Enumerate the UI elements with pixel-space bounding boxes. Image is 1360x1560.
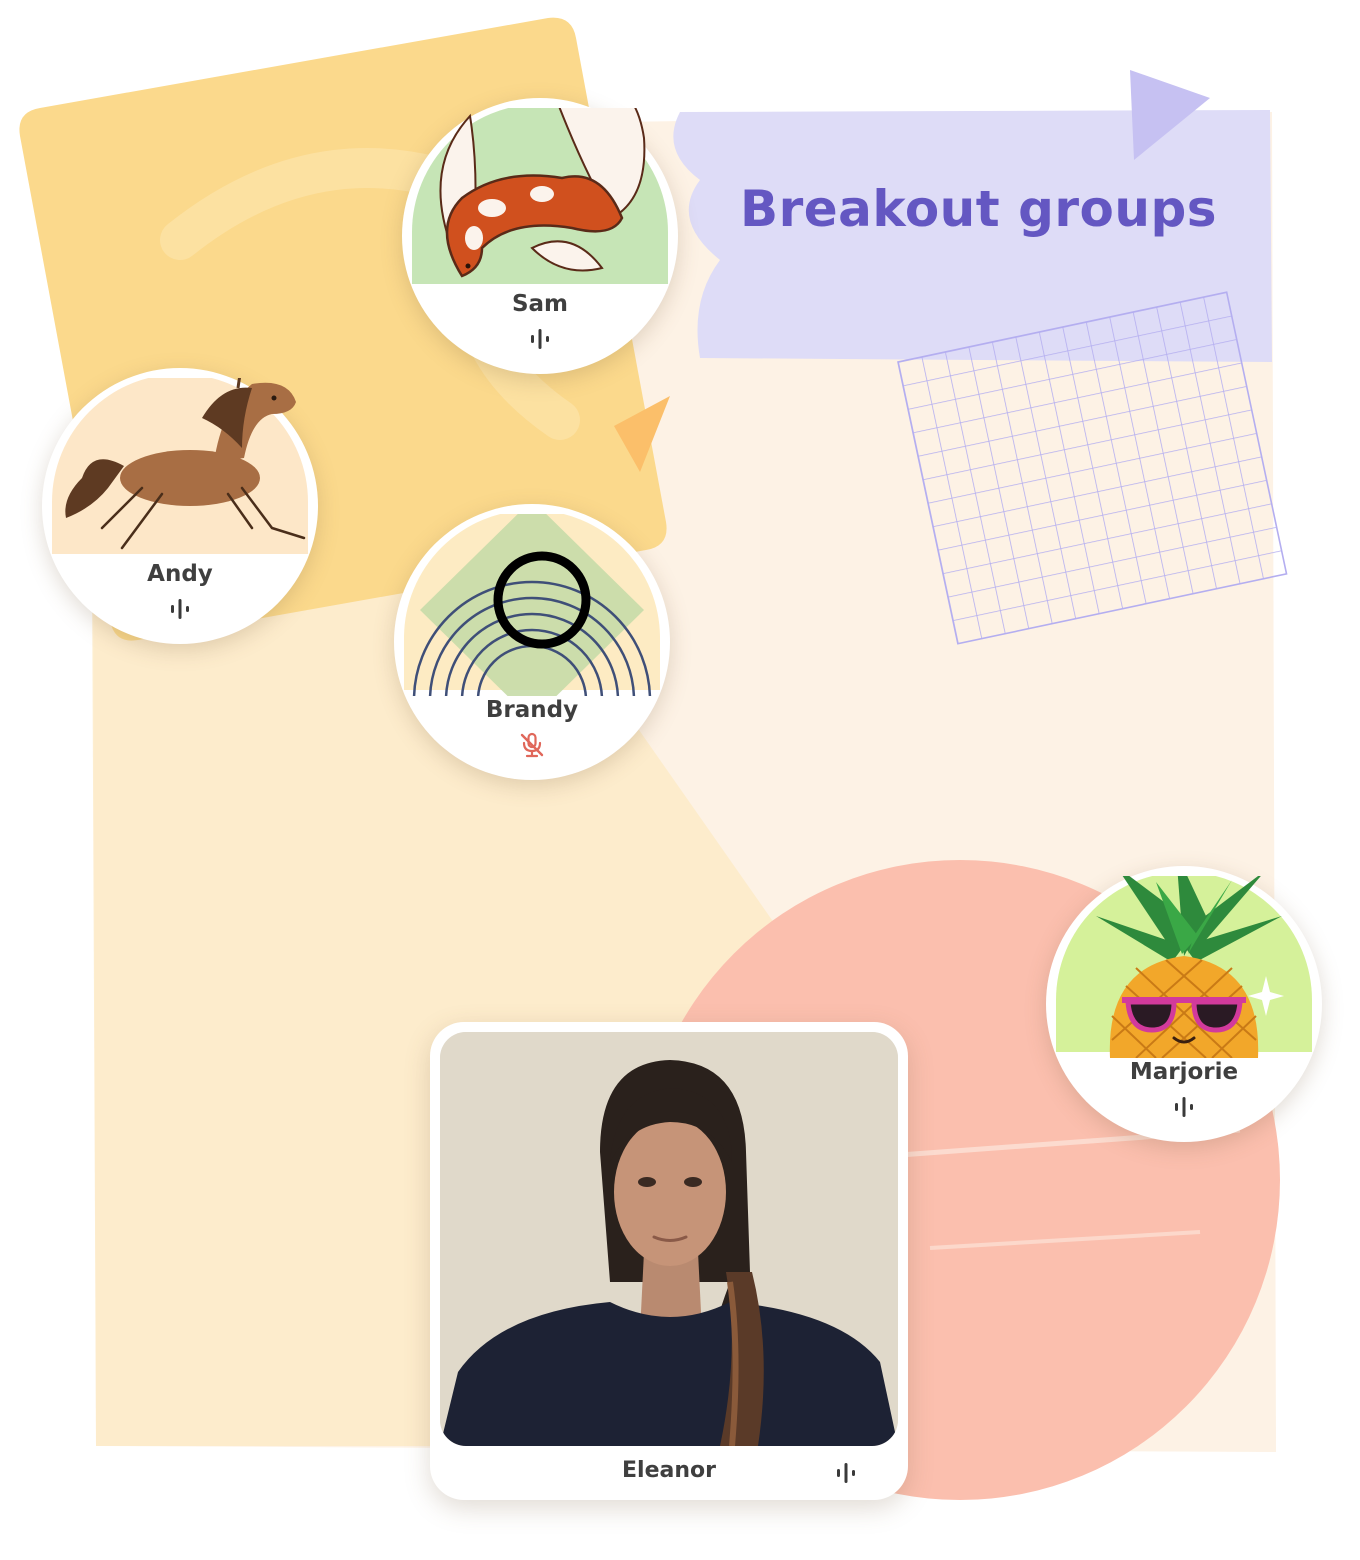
rainbow-circle-icon: [404, 514, 660, 696]
participant-name: Andy: [147, 561, 213, 587]
participant-sam[interactable]: Sam: [402, 98, 678, 374]
koi-fish-icon: [412, 108, 668, 284]
participant-name: Sam: [511, 291, 569, 317]
horse-icon: [52, 378, 308, 554]
audio-level-icon: [171, 599, 189, 619]
participant-marjorie[interactable]: Marjorie: [1046, 866, 1322, 1142]
page-title: Breakout groups: [740, 180, 1218, 238]
audio-level-icon: [837, 1463, 855, 1483]
audio-level-icon: [1175, 1097, 1193, 1117]
audio-level-icon: [531, 329, 549, 349]
participant-brandy[interactable]: Brandy: [394, 504, 670, 780]
mic-muted-icon: [520, 732, 544, 758]
participant-name: Brandy: [485, 697, 579, 723]
camera-video-feed: [440, 1032, 898, 1446]
participant-name: Marjorie: [1129, 1059, 1239, 1085]
pineapple-sunglasses-icon: [1056, 876, 1312, 1058]
participant-andy[interactable]: Andy: [42, 368, 318, 644]
participant-eleanor[interactable]: Eleanor: [430, 1022, 908, 1500]
